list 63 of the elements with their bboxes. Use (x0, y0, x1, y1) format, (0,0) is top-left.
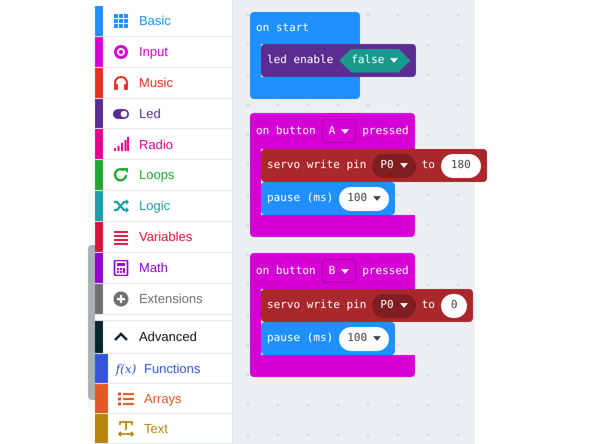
category-item[interactable]: Basic (95, 6, 232, 37)
number-dropdown[interactable]: 100 (339, 186, 390, 210)
number-field[interactable]: 0 (440, 294, 468, 318)
category-item[interactable]: Loops (95, 160, 232, 192)
block-label: pause (ms) (267, 190, 334, 206)
category-item[interactable]: f(x) Functions (95, 354, 232, 384)
block-label: on start (256, 20, 309, 36)
event-block-top[interactable]: on button B pressed (250, 253, 415, 289)
category-item[interactable]: Input (95, 36, 232, 68)
statement-block[interactable]: pause (ms) 100 (261, 322, 396, 355)
category-item[interactable]: Radio (95, 129, 232, 160)
signal-bars-icon (113, 136, 129, 152)
function-icon: f(x) (116, 360, 136, 378)
caret-icon (373, 336, 382, 341)
category-item[interactable]: Extensions (95, 284, 232, 315)
advanced-toggle[interactable]: Advanced (95, 320, 232, 354)
boolean-dropdown[interactable]: false (339, 48, 410, 72)
loop-arrow-icon (113, 167, 129, 184)
block-label: pressed (362, 122, 409, 139)
block-label: servo write pin (267, 157, 366, 174)
block-label: on button (256, 262, 316, 279)
number-dropdown[interactable]: 100 (339, 326, 390, 350)
category-item[interactable]: Led (95, 98, 232, 130)
statement-block[interactable]: servo write pin P0 to 180 (261, 149, 487, 182)
caret-icon (373, 196, 382, 201)
block-label: on button (256, 122, 316, 139)
statement-block[interactable]: servo write pin P0 to 0 (261, 289, 474, 322)
event-block-top[interactable]: on button A pressed (250, 113, 415, 149)
plus-circle-icon (113, 290, 129, 307)
block-label: pause (ms) (267, 330, 334, 346)
dropdown[interactable]: B (322, 259, 356, 283)
caret-icon (341, 268, 350, 274)
block-label: led enable (267, 52, 334, 68)
text-resize-icon (118, 420, 134, 437)
grid-icon (113, 12, 129, 29)
event-block-top[interactable]: on start (250, 12, 360, 44)
list-icon (118, 390, 134, 407)
block-label: servo write pin (267, 297, 366, 314)
statement-block[interactable]: led enable false (261, 44, 416, 77)
headphones-icon (113, 74, 129, 91)
block-label: to (422, 297, 435, 314)
target-icon (113, 44, 129, 60)
shuffle-icon (113, 198, 129, 214)
statement-block[interactable]: pause (ms) 100 (261, 182, 396, 215)
category-item[interactable]: Text (95, 414, 232, 444)
lines-icon (113, 228, 129, 245)
caret-icon (400, 163, 408, 168)
panel-handle[interactable] (88, 245, 95, 400)
block-label: pressed (362, 262, 409, 279)
category-item[interactable]: Music (95, 68, 232, 99)
block-label: to (422, 157, 435, 174)
caret-icon (341, 128, 350, 134)
caret-icon (390, 58, 398, 63)
category-item[interactable]: Logic (95, 191, 232, 222)
category-item[interactable]: Arrays (95, 384, 232, 414)
calculator-icon (113, 260, 129, 276)
pin-dropdown[interactable]: P0 (372, 154, 416, 178)
category-item[interactable]: Variables (95, 222, 232, 253)
number-field[interactable]: 180 (440, 154, 481, 178)
category-item[interactable]: Math (95, 252, 232, 284)
pin-dropdown[interactable]: P0 (372, 294, 416, 318)
dropdown[interactable]: A (322, 119, 356, 143)
caret-icon (400, 303, 408, 308)
